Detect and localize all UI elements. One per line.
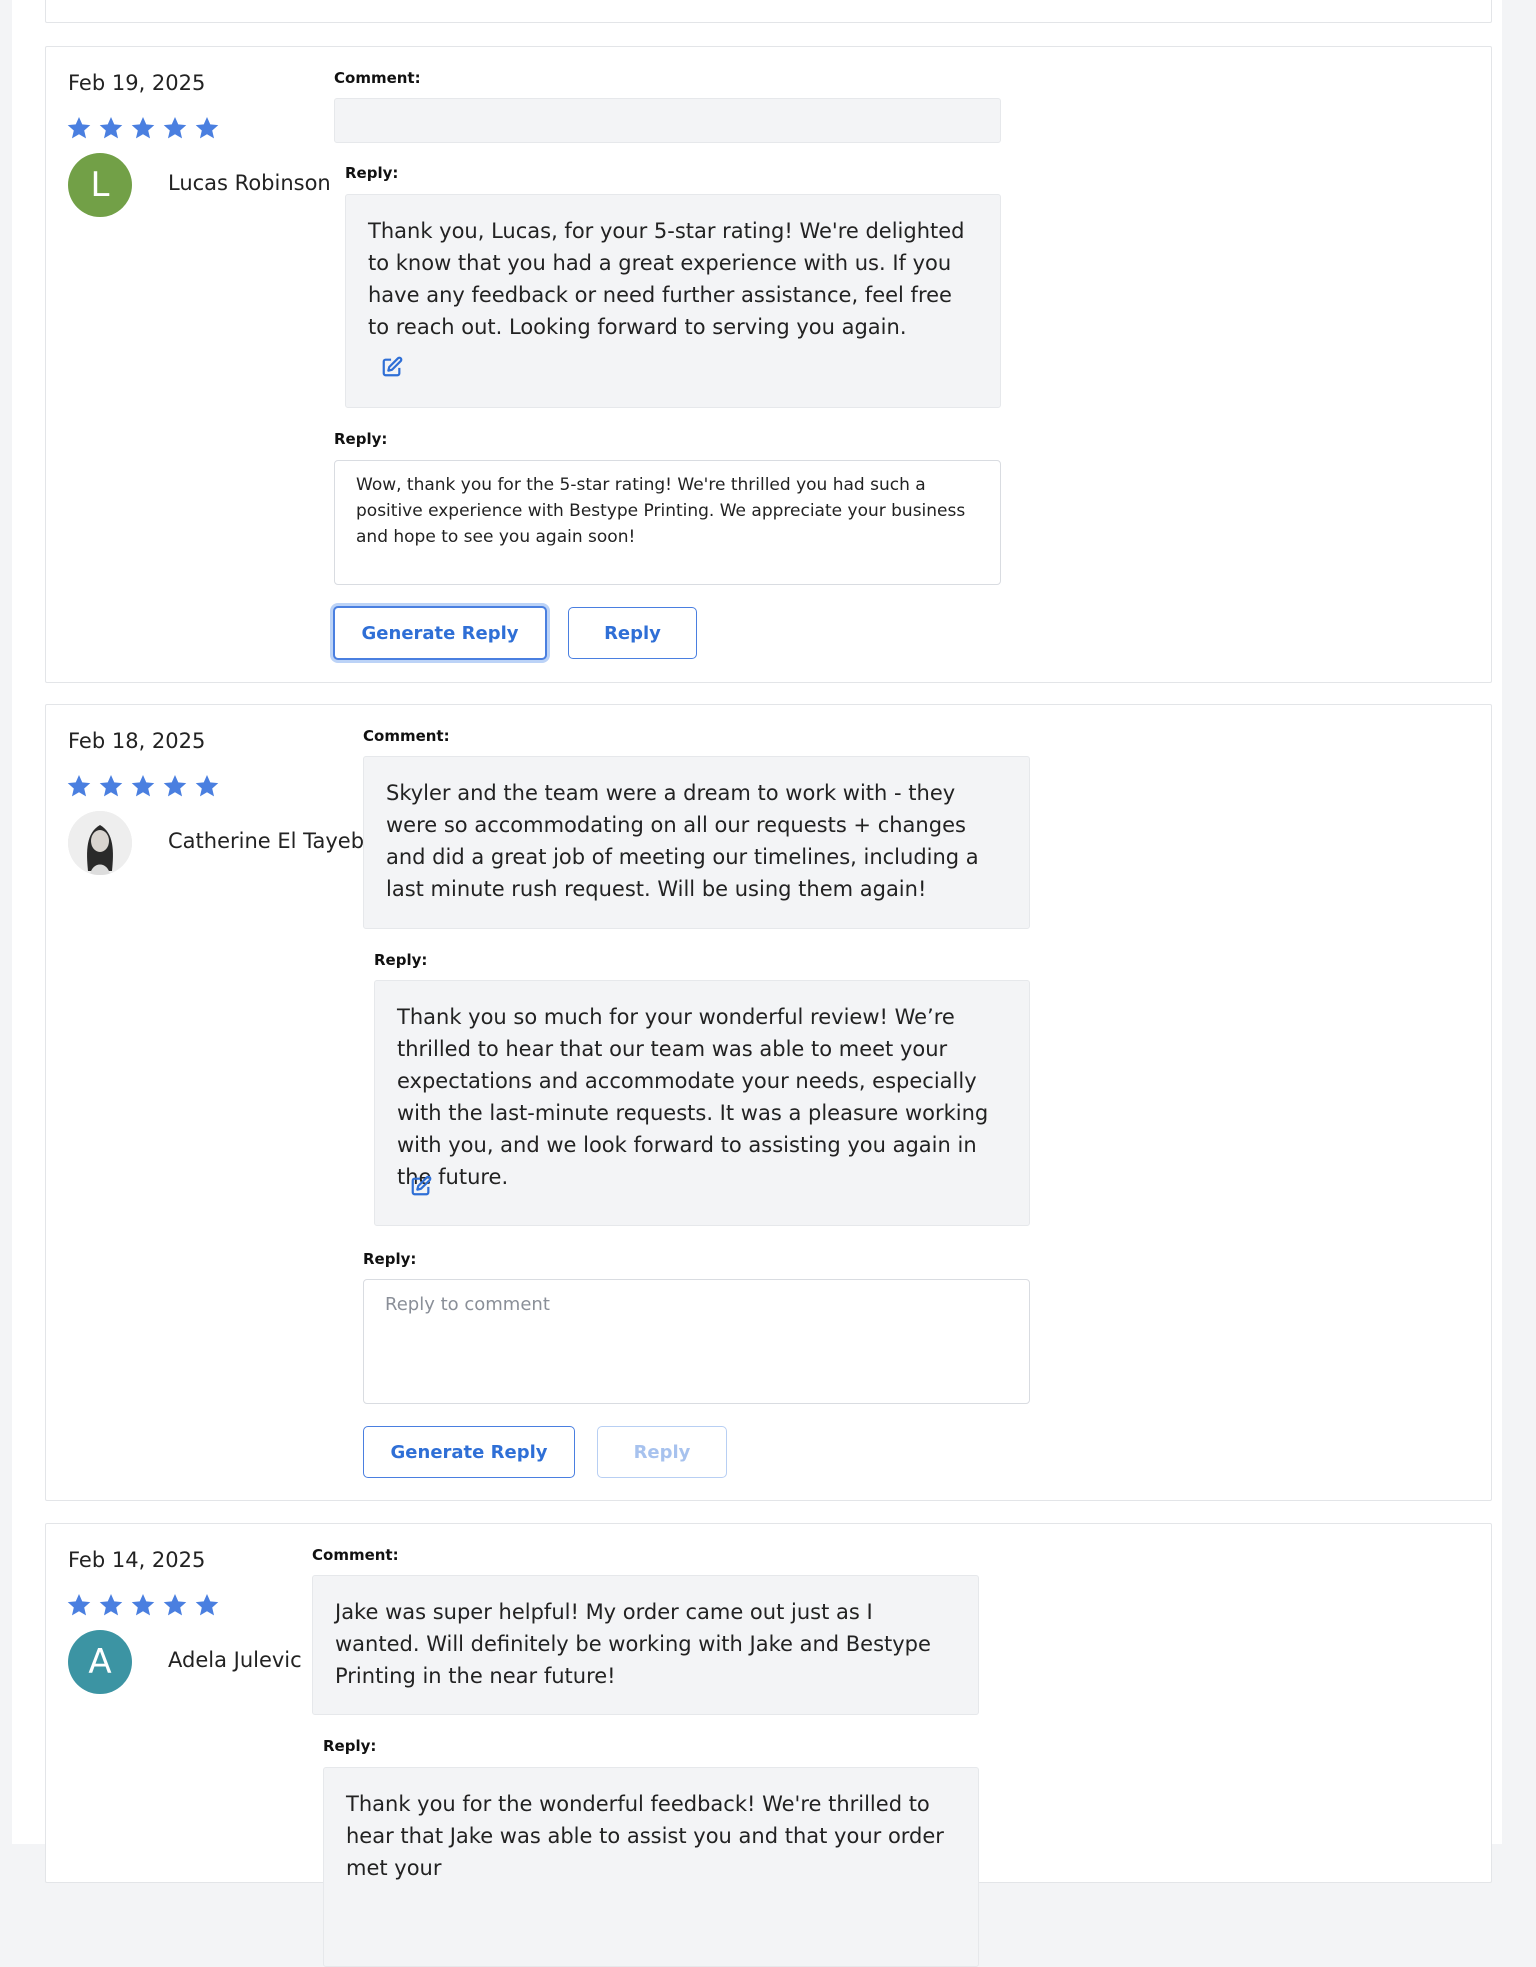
review-card: Feb 19, 2025 L Lucas Robinson Comment: R… xyxy=(45,46,1492,683)
reply-input-label: Reply: xyxy=(334,430,388,448)
comment-text: Jake was super helpful! My order came ou… xyxy=(312,1575,979,1715)
edit-icon[interactable] xyxy=(381,355,403,377)
star-icon xyxy=(162,1592,188,1618)
reviewer-name: Adela Julevic xyxy=(168,1648,302,1672)
review-date: Feb 19, 2025 xyxy=(68,71,206,95)
star-icon xyxy=(194,773,220,799)
existing-reply: Thank you, Lucas, for your 5-star rating… xyxy=(345,194,1001,408)
comment-text xyxy=(334,98,1001,143)
star-icon xyxy=(98,773,124,799)
reply-button[interactable]: Reply xyxy=(568,607,697,659)
reviews-panel: Feb 19, 2025 L Lucas Robinson Comment: R… xyxy=(12,0,1502,1967)
reply-input-label: Reply: xyxy=(363,1250,417,1268)
star-icon xyxy=(66,773,92,799)
existing-reply-text: Thank you, Lucas, for your 5-star rating… xyxy=(368,219,965,339)
avatar: L xyxy=(68,153,132,217)
star-icon xyxy=(162,773,188,799)
star-rating xyxy=(66,1592,220,1618)
reply-textarea[interactable]: Wow, thank you for the 5-star rating! We… xyxy=(334,460,1001,585)
review-card: Feb 18, 2025 Catherine El Tayeb Comment:… xyxy=(45,704,1492,1501)
reply-label: Reply: xyxy=(374,951,428,969)
reply-textarea[interactable]: Reply to comment xyxy=(363,1279,1030,1404)
star-icon xyxy=(98,1592,124,1618)
star-icon xyxy=(66,1592,92,1618)
generate-reply-button[interactable]: Generate Reply xyxy=(363,1426,575,1478)
avatar-photo xyxy=(68,811,132,875)
existing-reply-text: Thank you so much for your wonderful rev… xyxy=(397,1005,989,1189)
star-icon xyxy=(66,115,92,141)
reviewer-name: Catherine El Tayeb xyxy=(168,829,365,853)
existing-reply: Thank you for the wonderful feedback! We… xyxy=(323,1767,979,1967)
star-icon xyxy=(194,115,220,141)
review-card: Feb 14, 2025 A Adela Julevic Comment: Ja… xyxy=(45,1523,1492,1967)
star-icon xyxy=(162,115,188,141)
star-icon xyxy=(130,1592,156,1618)
reply-label: Reply: xyxy=(345,164,399,182)
review-date: Feb 14, 2025 xyxy=(68,1548,206,1572)
review-card-partial xyxy=(45,0,1492,23)
reply-label: Reply: xyxy=(323,1737,377,1755)
comment-label: Comment: xyxy=(312,1546,399,1564)
edit-icon[interactable] xyxy=(410,1174,432,1196)
avatar: A xyxy=(68,1630,132,1694)
star-rating xyxy=(66,773,220,799)
existing-reply: Thank you so much for your wonderful rev… xyxy=(374,980,1030,1226)
star-icon xyxy=(98,115,124,141)
star-icon xyxy=(194,1592,220,1618)
star-rating xyxy=(66,115,220,141)
reviewer-name: Lucas Robinson xyxy=(168,171,331,195)
star-icon xyxy=(130,773,156,799)
generate-reply-button[interactable]: Generate Reply xyxy=(333,606,547,660)
star-icon xyxy=(130,115,156,141)
comment-text: Skyler and the team were a dream to work… xyxy=(363,756,1030,929)
comment-label: Comment: xyxy=(334,69,421,87)
review-date: Feb 18, 2025 xyxy=(68,729,206,753)
comment-label: Comment: xyxy=(363,727,450,745)
reply-button[interactable]: Reply xyxy=(597,1426,727,1478)
